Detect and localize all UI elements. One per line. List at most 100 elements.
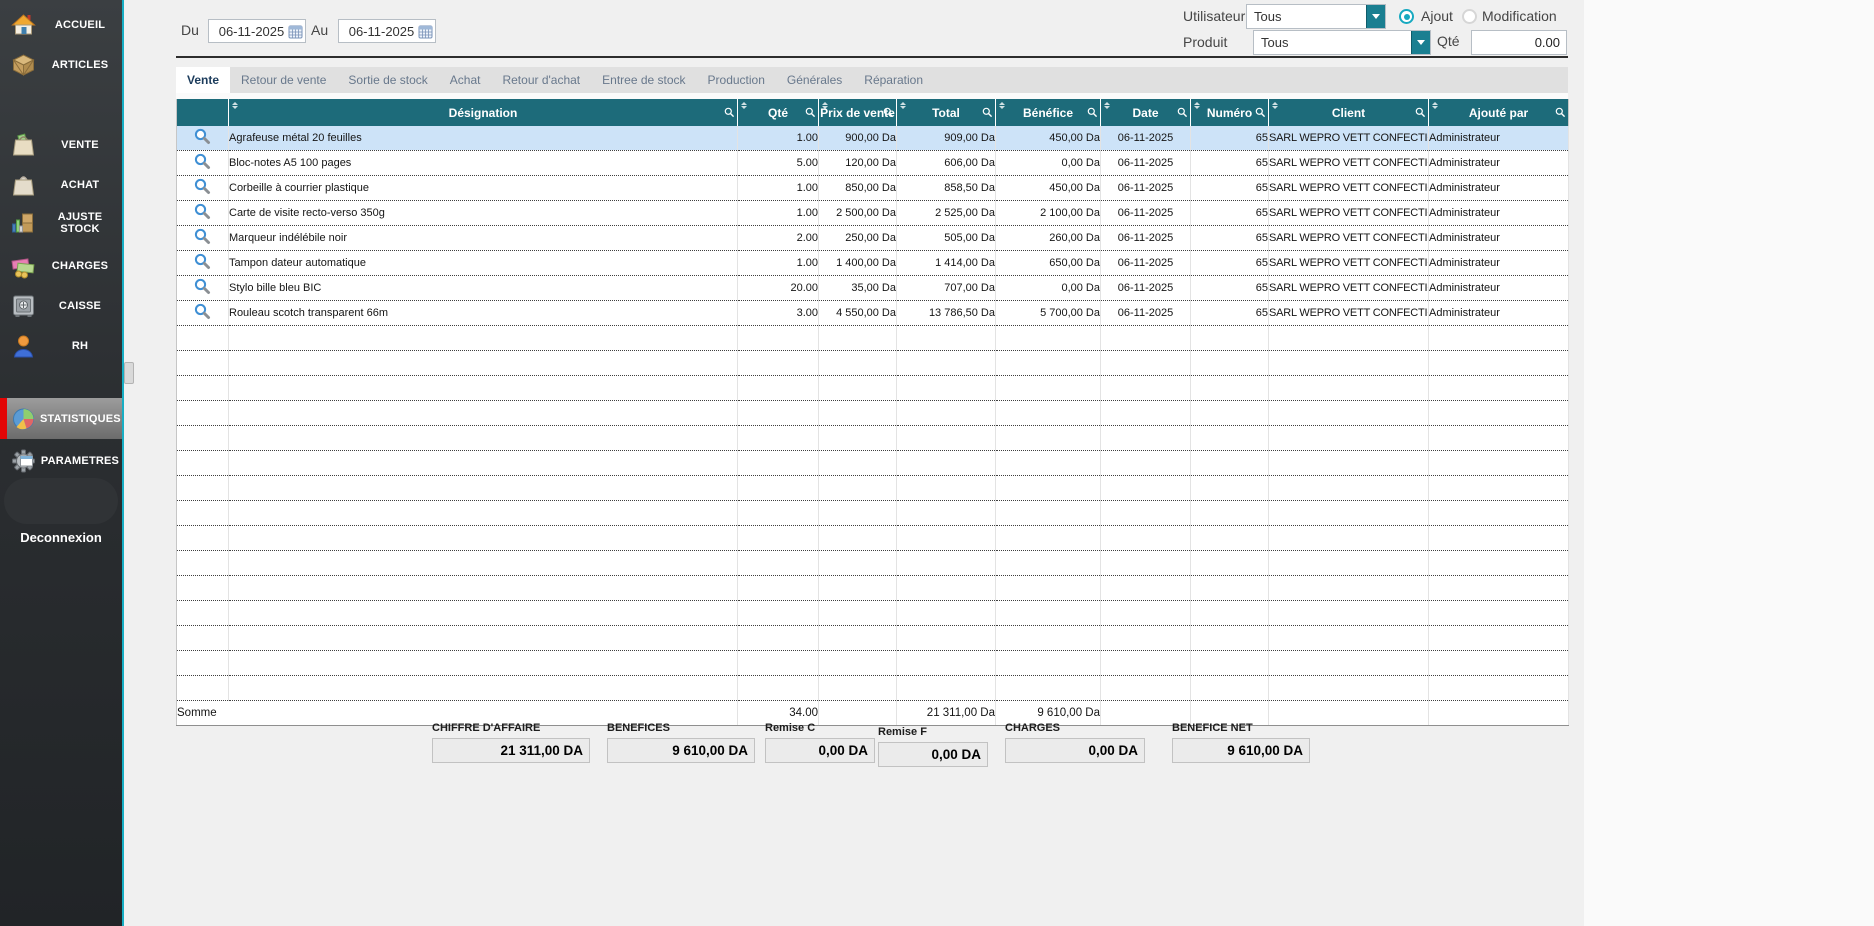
sidebar-item-rh[interactable]: RH	[0, 327, 122, 365]
column-header-num-ro[interactable]: Numéro	[1191, 99, 1269, 126]
sidebar-item-accueil[interactable]: ACCUEIL	[0, 6, 122, 44]
row-magnifier-icon[interactable]	[194, 311, 211, 323]
column-header-d-signation[interactable]: Désignation	[229, 99, 738, 126]
tab-entree-de-stock[interactable]: Entree de stock	[591, 67, 696, 93]
empty-cell	[1191, 426, 1269, 451]
cell-date: 06-11-2025	[1101, 151, 1191, 176]
column-header-date[interactable]: Date	[1101, 99, 1191, 126]
summary-benefices: BENEFICES9 610,00 DA	[607, 722, 755, 763]
empty-cell	[996, 401, 1101, 426]
row-magnifier-icon[interactable]	[194, 261, 211, 273]
calendar-icon[interactable]	[288, 24, 305, 39]
empty-cell	[1269, 676, 1429, 701]
sidebar-item-ajuste-stock[interactable]: AJUSTE STOCK	[0, 198, 122, 248]
empty-cell	[897, 401, 996, 426]
column-header-client[interactable]: Client	[1269, 99, 1429, 126]
row-magnifier-icon[interactable]	[194, 236, 211, 248]
tab-sortie-de-stock[interactable]: Sortie de stock	[337, 67, 438, 93]
qte-value: 0.00	[1472, 35, 1566, 50]
column-search-icon[interactable]	[1255, 107, 1266, 121]
column-search-icon[interactable]	[1415, 107, 1426, 121]
row-magnifier-icon[interactable]	[194, 286, 211, 298]
tab-bar: VenteRetour de venteSortie de stockAchat…	[176, 67, 1568, 93]
sort-carets-icon	[1194, 102, 1200, 109]
tab-g-n-rales[interactable]: Générales	[776, 67, 853, 93]
modification-label[interactable]: Modification	[1482, 8, 1557, 24]
cell-prix_vente: 35,00 Da	[819, 276, 897, 301]
column-search-icon[interactable]	[883, 107, 894, 121]
column-header-ajout-par[interactable]: Ajouté par	[1429, 99, 1569, 126]
tab-r-paration[interactable]: Réparation	[853, 67, 934, 93]
sidebar-item-charges[interactable]: CHARGES	[0, 247, 122, 285]
table-header-row: Désignation QtéPrix de venteTotalBénéfice…	[177, 99, 1569, 126]
sidebar-item-parametres[interactable]: PARAMETRES	[0, 441, 122, 481]
chevron-down-icon[interactable]	[1366, 5, 1385, 28]
column-header-prix-de-vente[interactable]: Prix de vente	[819, 99, 897, 126]
column-search-icon[interactable]	[805, 107, 816, 121]
column-header-total[interactable]: Total	[897, 99, 996, 126]
tab-retour-d-achat[interactable]: Retour d'achat	[491, 67, 591, 93]
cell-prix_vente: 850,00 Da	[819, 176, 897, 201]
table-row[interactable]: Carte de visite recto-verso 350g1.002 50…	[177, 201, 1569, 226]
empty-cell	[738, 526, 819, 551]
date-from-input[interactable]: 06-11-2025	[208, 19, 306, 43]
empty-cell	[177, 376, 229, 401]
sidebar-item-statistiques[interactable]: STATISTIQUES	[0, 398, 122, 439]
logout-link[interactable]: Deconnexion	[0, 530, 122, 545]
table-row[interactable]: Bloc-notes A5 100 pages5.00120,00 Da606,…	[177, 151, 1569, 176]
tab-achat[interactable]: Achat	[439, 67, 492, 93]
column-header-label: Désignation	[449, 106, 518, 120]
table-row[interactable]: Stylo bille bleu BIC20.0035,00 Da707,00 …	[177, 276, 1569, 301]
column-search-icon[interactable]	[1177, 107, 1188, 121]
empty-cell	[177, 501, 229, 526]
sidebar-item-label: CAISSE	[38, 300, 122, 312]
row-magnifier-icon[interactable]	[194, 211, 211, 223]
row-magnifier-icon[interactable]	[194, 136, 211, 148]
column-search-icon[interactable]	[724, 107, 735, 121]
empty-cell	[229, 676, 738, 701]
sidebar-item-articles[interactable]: ARTICLES	[0, 46, 122, 84]
modification-radio[interactable]	[1462, 9, 1477, 24]
table-row[interactable]: Corbeille à courrier plastique1.00850,00…	[177, 176, 1569, 201]
empty-cell	[229, 651, 738, 676]
table-row[interactable]: Rouleau scotch transparent 66m3.004 550,…	[177, 301, 1569, 326]
cell-client: SARL WEPRO VETT CONFECTION	[1269, 226, 1429, 251]
cell-designation: Agrafeuse métal 20 feuilles	[229, 126, 738, 151]
cell-qte: 1.00	[738, 176, 819, 201]
sidebar-item-vente[interactable]: VENTE	[0, 126, 122, 164]
column-search-icon[interactable]	[1087, 107, 1098, 121]
sidebar-item-caisse[interactable]: CAISSE	[0, 287, 122, 325]
column-search-icon[interactable]	[1555, 107, 1566, 121]
row-magnifier-icon[interactable]	[194, 186, 211, 198]
table-row[interactable]: Marqueur indélébile noir2.00250,00 Da505…	[177, 226, 1569, 251]
empty-cell	[819, 476, 897, 501]
empty-cell	[177, 626, 229, 651]
tab-production[interactable]: Production	[697, 67, 776, 93]
cell-qte: 20.00	[738, 276, 819, 301]
tab-vente[interactable]: Vente	[176, 67, 230, 93]
date-to-input[interactable]: 06-11-2025	[338, 19, 436, 43]
utilisateur-select[interactable]: Tous	[1246, 4, 1386, 29]
row-magnifier-icon[interactable]	[194, 161, 211, 173]
empty-cell	[1191, 476, 1269, 501]
tab-retour-de-vente[interactable]: Retour de vente	[230, 67, 337, 93]
ajout-label[interactable]: Ajout	[1421, 8, 1453, 24]
empty-row	[177, 376, 1569, 401]
ajout-radio[interactable]	[1399, 9, 1414, 24]
table-row[interactable]: Tampon dateur automatique1.001 400,00 Da…	[177, 251, 1569, 276]
produit-select[interactable]: Tous	[1253, 30, 1431, 55]
chevron-down-icon[interactable]	[1411, 31, 1430, 54]
empty-cell	[1269, 476, 1429, 501]
empty-row	[177, 426, 1569, 451]
calendar-icon[interactable]	[418, 24, 435, 39]
column-search-icon[interactable]	[982, 107, 993, 121]
table-row[interactable]: Agrafeuse métal 20 feuilles1.00900,00 Da…	[177, 126, 1569, 151]
empty-cell	[819, 501, 897, 526]
summary-value-box: 9 610,00 DA	[1172, 738, 1310, 763]
summary-label: BENEFICES	[607, 722, 755, 734]
empty-cell	[1191, 601, 1269, 626]
qte-input[interactable]: 0.00	[1471, 30, 1567, 55]
sidebar-collapse-handle[interactable]	[124, 362, 134, 384]
column-header-b-n-fice[interactable]: Bénéfice	[996, 99, 1101, 126]
column-header-qt-[interactable]: Qté	[738, 99, 819, 126]
